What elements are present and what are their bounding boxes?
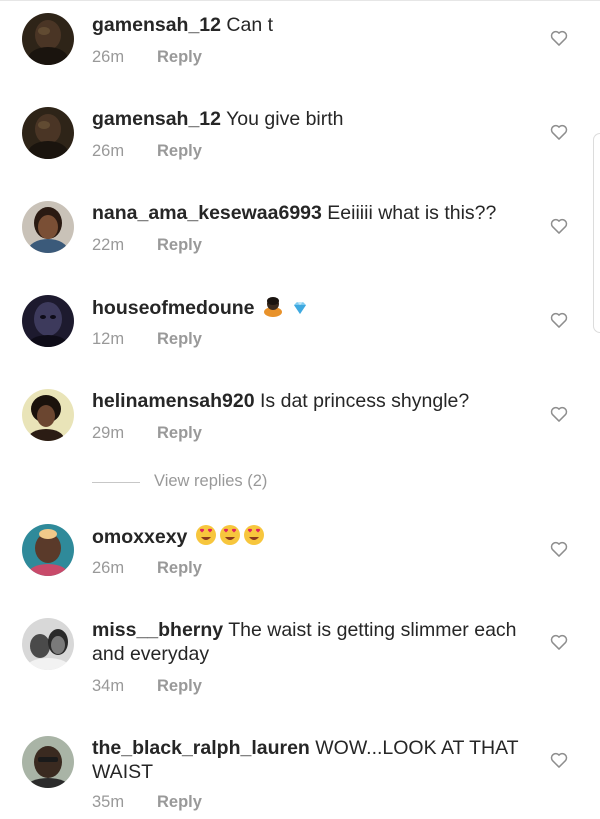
person-bowing-emoji xyxy=(263,297,282,317)
comment-text: nana_ama_kesewaa6993 Eeiiiii what is thi… xyxy=(92,201,542,225)
like-heart-icon[interactable] xyxy=(549,404,569,424)
reply-button[interactable]: Reply xyxy=(157,559,202,577)
like-heart-icon[interactable] xyxy=(549,750,569,770)
avatar[interactable] xyxy=(22,618,74,670)
avatar[interactable] xyxy=(22,736,74,788)
heart-eyes-emoji xyxy=(195,525,216,545)
comment-text: helinamensah920 Is dat princess shyngle? xyxy=(92,389,542,413)
comment-text: omoxxexy xyxy=(92,524,542,549)
avatar[interactable] xyxy=(22,107,74,159)
scroll-edge-handle[interactable] xyxy=(593,133,600,333)
comment-body: Is dat princess shyngle? xyxy=(260,390,470,412)
reply-button[interactable]: Reply xyxy=(157,424,202,442)
reply-button[interactable]: Reply xyxy=(157,142,202,160)
reply-button[interactable]: Reply xyxy=(157,793,202,811)
comment-body: Eeiiiii what is this?? xyxy=(327,202,497,224)
like-heart-icon[interactable] xyxy=(549,122,569,142)
timestamp: 22m xyxy=(92,236,125,254)
timestamp: 34m xyxy=(92,677,125,695)
username[interactable]: gamensah_12 xyxy=(92,108,221,130)
avatar[interactable] xyxy=(22,295,74,347)
comment-text: the_black_ralph_lauren WOW...LOOK AT THA… xyxy=(92,736,542,784)
timestamp: 29m xyxy=(92,424,125,442)
timestamp: 26m xyxy=(92,48,125,66)
username[interactable]: helinamensah920 xyxy=(92,390,255,412)
comment-meta: 29m Reply xyxy=(92,424,202,443)
comment-text: houseofmedoune xyxy=(92,295,542,320)
avatar[interactable] xyxy=(22,389,74,441)
avatar[interactable] xyxy=(22,201,74,253)
reply-button[interactable]: Reply xyxy=(157,236,202,254)
like-heart-icon[interactable] xyxy=(549,539,569,559)
reply-button[interactable]: Reply xyxy=(157,48,202,66)
username[interactable]: omoxxexy xyxy=(92,526,187,548)
comment-text: miss__bherny The waist is getting slimme… xyxy=(92,618,542,666)
comment-body: You give birth xyxy=(226,108,344,130)
gem-emoji xyxy=(294,302,307,314)
timestamp: 35m xyxy=(92,793,125,811)
timestamp: 26m xyxy=(92,142,125,160)
comment-meta: 26m Reply xyxy=(92,559,202,578)
reply-button[interactable]: Reply xyxy=(157,677,202,695)
heart-eyes-emoji xyxy=(243,525,264,545)
view-replies-label[interactable]: View replies (2) xyxy=(154,472,267,491)
view-replies-divider xyxy=(92,482,140,483)
username[interactable]: gamensah_12 xyxy=(92,14,221,36)
like-heart-icon[interactable] xyxy=(549,310,569,330)
avatar[interactable] xyxy=(22,13,74,65)
like-heart-icon[interactable] xyxy=(549,632,569,652)
username[interactable]: houseofmedoune xyxy=(92,297,255,319)
avatar[interactable] xyxy=(22,524,74,576)
reply-button[interactable]: Reply xyxy=(157,330,202,348)
comment-text: gamensah_12 You give birth xyxy=(92,107,542,131)
comment-body: Can t xyxy=(226,14,274,36)
username[interactable]: the_black_ralph_lauren xyxy=(92,737,310,759)
username[interactable]: nana_ama_kesewaa6993 xyxy=(92,202,322,224)
comment-meta: 26m Reply xyxy=(92,142,202,161)
timestamp: 26m xyxy=(92,559,125,577)
comment-meta: 35m Reply xyxy=(92,793,202,812)
comment-meta: 26m Reply xyxy=(92,48,202,67)
timestamp: 12m xyxy=(92,330,125,348)
username[interactable]: miss__bherny xyxy=(92,619,223,641)
comment-meta: 34m Reply xyxy=(92,677,202,696)
like-heart-icon[interactable] xyxy=(549,216,569,236)
comment-meta: 12m Reply xyxy=(92,330,202,349)
comment-meta: 22m Reply xyxy=(92,236,202,255)
top-divider xyxy=(0,0,600,1)
comment-text: gamensah_12 Can t xyxy=(92,13,542,37)
like-heart-icon[interactable] xyxy=(549,28,569,48)
heart-eyes-emoji xyxy=(219,525,240,545)
